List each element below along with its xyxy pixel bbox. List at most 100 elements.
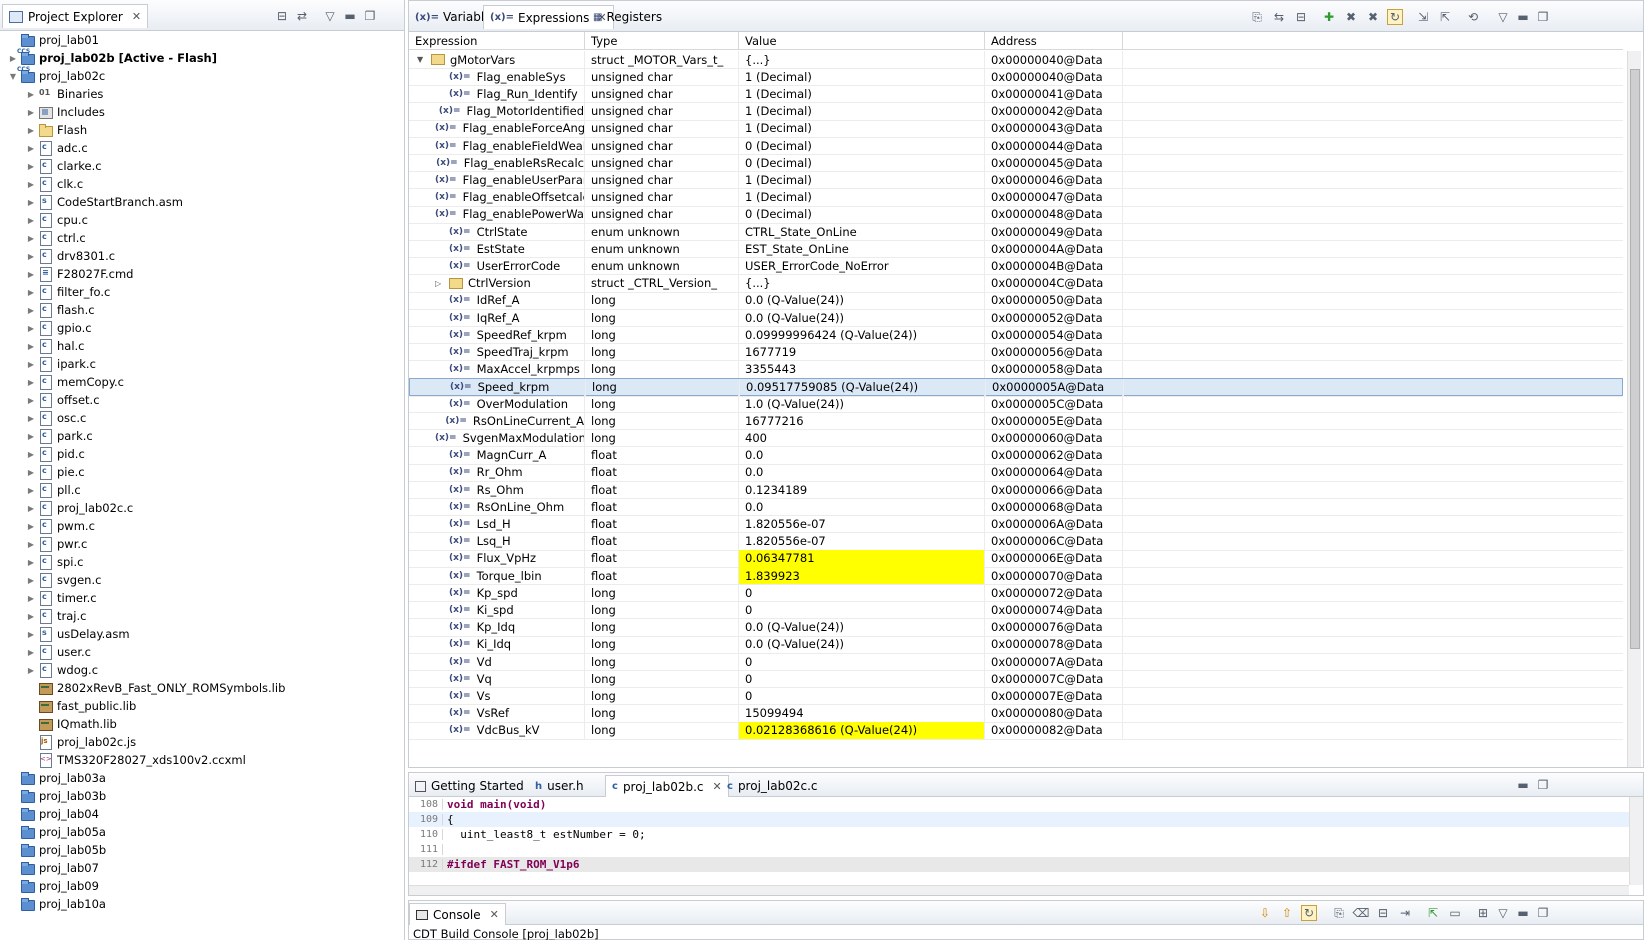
tree-item[interactable]: ▶ user.c (0, 643, 404, 661)
expression-row[interactable]: (x)= Speed_krpm long 0.09517759085 (Q-Value… (409, 377, 1623, 397)
value-cell[interactable]: 1 (Decimal) (739, 188, 985, 207)
expression-row[interactable]: (x)= Flag_enableForceAng unsigned char 1 (D… (409, 119, 1623, 138)
tree-item[interactable]: ▶ F28027F.cmd (0, 265, 404, 283)
expression-cell[interactable]: (x)= RsOnLine_Ohm (409, 498, 585, 517)
expression-row[interactable]: (x)= Vq long 0 0x0000007C@Data (409, 670, 1623, 689)
tree-item[interactable]: proj_lab07 (0, 859, 404, 877)
maximize-icon[interactable]: ❐ (1535, 905, 1551, 921)
tab-user-h[interactable]: h user.h (529, 775, 590, 797)
expression-row[interactable]: (x)= Flag_enablePowerWar unsigned char 0 (D… (409, 205, 1623, 224)
close-icon[interactable]: ✕ (490, 908, 499, 921)
expression-row[interactable]: (x)= Vd long 0 0x0000007A@Data (409, 653, 1623, 671)
collapse-all-icon[interactable]: ⊟ (274, 8, 290, 24)
value-cell[interactable]: 0.0 (Q-Value(24)) (739, 309, 985, 327)
expression-row[interactable]: (x)= Vs long 0 0x0000007E@Data (409, 687, 1623, 706)
expression-cell[interactable]: (x)= Flag_Run_Identify (409, 85, 585, 104)
value-cell[interactable]: {...} (739, 51, 985, 69)
expression-cell[interactable]: ▷ CtrlVersion (409, 274, 585, 293)
expand-arrow-icon[interactable]: ▶ (26, 504, 36, 513)
expression-row[interactable]: (x)= Flag_MotorIdentified unsigned char 1 (… (409, 102, 1623, 121)
vertical-scrollbar[interactable] (1627, 51, 1641, 767)
value-cell[interactable]: 1 (Decimal) (739, 85, 985, 104)
expression-cell[interactable]: (x)= Ki_Idq (409, 635, 585, 654)
tree-item[interactable]: ▶ ipark.c (0, 355, 404, 373)
new-expression-icon[interactable]: ⎘ (1249, 9, 1265, 25)
value-cell[interactable]: USER_ErrorCode_NoError (739, 257, 985, 276)
expand-arrow-icon[interactable]: ▶ (26, 108, 36, 117)
expression-row[interactable]: (x)= EstState enum unknown EST_State_OnLine… (409, 240, 1623, 259)
expression-cell[interactable]: ▼ gMotorVars (409, 51, 585, 69)
column-header-value[interactable]: Value (739, 32, 985, 49)
value-cell[interactable]: EST_State_OnLine (739, 240, 985, 259)
value-cell[interactable]: 0 (739, 653, 985, 671)
tree-item[interactable]: ▶ wdog.c (0, 661, 404, 679)
value-cell[interactable]: 400 (739, 429, 985, 448)
tree-item[interactable]: ▶ proj_lab02c.c (0, 499, 404, 517)
expression-row[interactable]: (x)= Flag_enableRsRecalc unsigned char 0 (D… (409, 154, 1623, 173)
tree-item[interactable]: proj_lab04 (0, 805, 404, 823)
tab-getting-started[interactable]: Getting Started (409, 775, 530, 797)
expand-arrow-icon[interactable]: ▶ (26, 288, 36, 297)
value-cell[interactable]: 1 (Decimal) (739, 119, 985, 138)
expression-row[interactable]: (x)= Lsd_H float 1.820556e-07 0x0000006A@Dat… (409, 515, 1623, 534)
tree-item[interactable]: ▶ clarke.c (0, 157, 404, 175)
close-icon[interactable]: ✕ (132, 10, 141, 23)
expand-arrow-icon[interactable]: ▶ (26, 558, 36, 567)
expand-arrow-icon[interactable]: ▶ (26, 432, 36, 441)
view-menu-icon[interactable]: ▽ (1495, 9, 1511, 25)
expand-arrow-icon[interactable]: ▶ (26, 576, 36, 585)
expression-row[interactable]: (x)= Flag_enableUserParam unsigned char 1 (… (409, 171, 1623, 190)
expression-cell[interactable]: (x)= Vq (409, 670, 585, 689)
expand-arrow-icon[interactable]: ▶ (26, 360, 36, 369)
tree-item[interactable]: ▶ svgen.c (0, 571, 404, 589)
expression-row[interactable]: (x)= Flag_enableOffsetcalc unsigned char 1 … (409, 188, 1623, 207)
expression-cell[interactable]: (x)= Flag_enableOffsetcalc (409, 188, 585, 207)
expression-cell[interactable]: (x)= SpeedTraj_krpm (409, 343, 585, 362)
tree-item[interactable]: proj_lab05a (0, 823, 404, 841)
expression-cell[interactable]: (x)= Flag_enableRsRecalc (409, 154, 585, 173)
add-icon[interactable]: ✚ (1321, 9, 1337, 25)
tree-item[interactable]: ▶ Includes (0, 103, 404, 121)
tree-item[interactable]: proj_lab02c.js (0, 733, 404, 751)
value-cell[interactable]: 0.0 (Q-Value(24)) (739, 635, 985, 654)
value-cell[interactable]: 1677719 (739, 343, 985, 362)
maximize-icon[interactable]: ❐ (362, 8, 378, 24)
tree-item[interactable]: ▶ Binaries (0, 85, 404, 103)
tree-item[interactable]: ▶ gpio.c (0, 319, 404, 337)
expand-arrow-icon[interactable]: ▶ (26, 126, 36, 135)
tree-item[interactable]: ▶ spi.c (0, 553, 404, 571)
expand-arrow-icon[interactable]: ▶ (26, 198, 36, 207)
word-wrap-icon[interactable]: ⇥ (1397, 905, 1413, 921)
tab-registers[interactable]: ▦ Registers (587, 5, 668, 29)
value-cell[interactable]: {...} (739, 274, 985, 293)
value-cell[interactable]: CTRL_State_OnLine (739, 223, 985, 241)
remove-all-icon[interactable]: ✖ (1365, 9, 1381, 25)
minimize-icon[interactable]: ▬ (1515, 777, 1531, 793)
expression-cell[interactable]: (x)= Flag_enableForceAng (409, 119, 585, 138)
expression-row[interactable]: (x)= Flag_enableFieldWeak unsigned char 0 (… (409, 137, 1623, 155)
value-cell[interactable]: 15099494 (739, 704, 985, 723)
expression-row[interactable]: (x)= Rs_Ohm float 0.1234189 0x00000066@Data (409, 481, 1623, 499)
expression-cell[interactable]: (x)= Torque_lbin (409, 567, 585, 585)
expand-arrow-icon[interactable]: ▶ (26, 522, 36, 531)
expression-cell[interactable]: (x)= SpeedRef_krpm (409, 326, 585, 345)
editor-vertical-scrollbar[interactable] (1629, 797, 1643, 885)
tree-item[interactable]: proj_lab03b (0, 787, 404, 805)
tab-project-explorer[interactable]: Project Explorer ✕ (2, 4, 149, 28)
tree-item[interactable]: ▶ drv8301.c (0, 247, 404, 265)
tree-item[interactable]: ▶ hal.c (0, 337, 404, 355)
expression-cell[interactable]: (x)= Kp_Idq (409, 618, 585, 637)
expression-cell[interactable]: (x)= Lsd_H (409, 515, 585, 534)
expression-cell[interactable]: (x)= Flag_MotorIdentified (409, 102, 585, 121)
expand-arrow-icon[interactable]: ▶ (26, 648, 36, 657)
expression-row[interactable]: ▷ CtrlVersion struct _CTRL_Version_ {...} 0x… (409, 274, 1623, 293)
value-cell[interactable]: 1.820556e-07 (739, 515, 985, 534)
minimize-icon[interactable]: ▬ (342, 8, 358, 24)
expand-arrow-icon[interactable]: ▶ (26, 468, 36, 477)
value-cell[interactable]: 0.0 (739, 446, 985, 465)
expand-arrow-icon[interactable]: ▶ (26, 252, 36, 261)
expression-cell[interactable]: (x)= EstState (409, 240, 585, 259)
column-header-address[interactable]: Address (985, 32, 1123, 49)
value-cell[interactable]: 0.0 (739, 463, 985, 482)
expression-row[interactable]: (x)= OverModulation long 1.0 (Q-Value(24)) 0… (409, 395, 1623, 413)
